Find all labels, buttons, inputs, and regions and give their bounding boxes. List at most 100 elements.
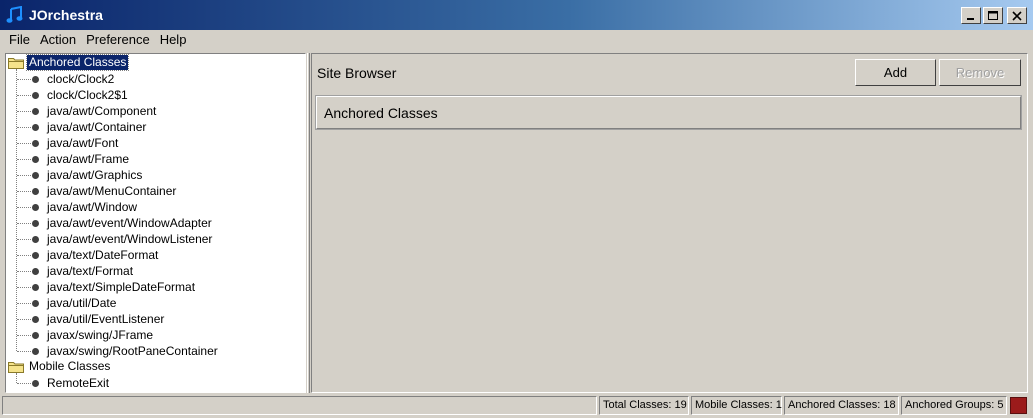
tree-item[interactable]: javax/swing/RootPaneContainer — [6, 343, 305, 359]
class-node-icon — [32, 268, 39, 275]
tree-item-label: RemoteExit — [47, 376, 110, 390]
tree-item-label: java/awt/Component — [47, 104, 157, 118]
menu-help[interactable]: Help — [155, 31, 192, 49]
tree-item[interactable]: java/awt/Component — [6, 103, 305, 119]
tree-item[interactable]: java/awt/Graphics — [6, 167, 305, 183]
status-anchored-classes: Anchored Classes: 18 — [784, 396, 899, 415]
tree-connector — [17, 239, 31, 240]
tree-item[interactable]: RemoteExit — [6, 375, 305, 391]
class-node-icon — [32, 284, 39, 291]
tree-connector — [17, 319, 31, 320]
tree-item-label: java/util/EventListener — [47, 312, 165, 326]
tree-guide-line — [16, 69, 17, 351]
tree-item-label: clock/Clock2$1 — [47, 88, 128, 102]
class-node-icon — [32, 220, 39, 227]
tree-item[interactable]: java/awt/event/WindowAdapter — [6, 215, 305, 231]
add-button[interactable]: Add — [855, 59, 936, 86]
tree-folder[interactable]: Anchored Classes — [6, 54, 305, 71]
anchored-classes-group[interactable]: Anchored Classes — [315, 95, 1022, 130]
class-node-icon — [32, 76, 39, 83]
minimize-button[interactable] — [961, 7, 981, 24]
menu-preference[interactable]: Preference — [81, 31, 155, 49]
tree-item[interactable]: clock/Clock2 — [6, 71, 305, 87]
close-button[interactable] — [1007, 7, 1027, 24]
tree-connector — [17, 111, 31, 112]
window-title: JOrchestra — [29, 7, 103, 23]
tree-connector — [17, 159, 31, 160]
class-node-icon — [32, 316, 39, 323]
tree-connector — [17, 351, 31, 352]
tree-item[interactable]: java/awt/Frame — [6, 151, 305, 167]
class-tree[interactable]: Anchored Classes clock/Clock2 clock/Clock2… — [5, 53, 306, 393]
tree-connector — [17, 191, 31, 192]
tree-item-label: clock/Clock2 — [47, 72, 115, 86]
tree-item[interactable]: javax/swing/JFrame — [6, 327, 305, 343]
status-total-classes: Total Classes: 19 — [599, 396, 689, 415]
tree-item[interactable]: java/util/EventListener — [6, 311, 305, 327]
tree-connector — [17, 127, 31, 128]
tree-item[interactable]: java/awt/Font — [6, 135, 305, 151]
site-browser-panel: Site Browser Add Remove Anchored Classes — [311, 53, 1028, 393]
class-node-icon — [32, 156, 39, 163]
tree-item[interactable]: java/awt/Container — [6, 119, 305, 135]
status-bar: Total Classes: 19 Mobile Classes: 1 Anch… — [0, 396, 1033, 416]
folder-icon — [8, 362, 24, 373]
class-node-icon — [32, 188, 39, 195]
tree-item[interactable]: java/text/Format — [6, 263, 305, 279]
tree-item-label: java/awt/Font — [47, 136, 119, 150]
tree-connector — [17, 383, 31, 384]
tree-item-label: java/awt/Graphics — [47, 168, 143, 182]
tree-connector — [17, 207, 31, 208]
tree-item-label: java/awt/Window — [47, 200, 138, 214]
class-node-icon — [32, 300, 39, 307]
class-node-icon — [32, 332, 39, 339]
title-bar[interactable]: JOrchestra — [0, 0, 1033, 30]
tree-item-label: javax/swing/RootPaneContainer — [47, 344, 218, 358]
tree-item-label: java/awt/MenuContainer — [47, 184, 177, 198]
tree-connector — [17, 79, 31, 80]
tree-item[interactable]: clock/Clock2$1 — [6, 87, 305, 103]
tree-item[interactable]: java/awt/Window — [6, 199, 305, 215]
tree-item[interactable]: java/util/Date — [6, 295, 305, 311]
tree-item-label: javax/swing/JFrame — [47, 328, 154, 342]
tree-item[interactable]: java/awt/event/WindowListener — [6, 231, 305, 247]
menu-file[interactable]: File — [4, 31, 35, 49]
tree-item-label: java/awt/Container — [47, 120, 147, 134]
tree-item[interactable]: java/text/DateFormat — [6, 247, 305, 263]
class-node-icon — [32, 236, 39, 243]
tree-item[interactable]: java/awt/MenuContainer — [6, 183, 305, 199]
tree-connector — [17, 143, 31, 144]
close-icon — [1012, 10, 1022, 21]
status-mobile-classes: Mobile Classes: 1 — [691, 396, 782, 415]
tree-connector — [17, 335, 31, 336]
maximize-button[interactable] — [983, 7, 1003, 24]
maximize-icon — [988, 10, 998, 20]
tree-connector — [17, 95, 31, 96]
tree-connector — [17, 223, 31, 224]
tree-item-label: java/text/SimpleDateFormat — [47, 280, 196, 294]
class-node-icon — [32, 108, 39, 115]
class-node-icon — [32, 140, 39, 147]
tree-folder-label: Anchored Classes — [25, 54, 130, 71]
folder-icon — [8, 58, 24, 69]
status-message — [2, 396, 597, 415]
tree-item-label: java/util/Date — [47, 296, 117, 310]
tree-folder[interactable]: Mobile Classes — [6, 359, 305, 375]
tree-item-label: java/text/Format — [47, 264, 134, 278]
class-node-icon — [32, 204, 39, 211]
tree-connector — [17, 287, 31, 288]
menu-action[interactable]: Action — [35, 31, 81, 49]
tree-connector — [17, 255, 31, 256]
class-node-icon — [32, 380, 39, 387]
site-browser-label: Site Browser — [317, 65, 397, 81]
minimize-icon — [967, 17, 974, 20]
remove-button[interactable]: Remove — [939, 59, 1021, 86]
tree-connector — [17, 303, 31, 304]
music-note-icon — [6, 6, 23, 23]
split-pane-divider[interactable] — [307, 53, 310, 393]
status-indicator — [1010, 397, 1027, 414]
tree-guide-line — [16, 373, 17, 383]
tree-item[interactable]: java/text/SimpleDateFormat — [6, 279, 305, 295]
status-anchored-groups: Anchored Groups: 5 — [901, 396, 1007, 415]
class-node-icon — [32, 172, 39, 179]
